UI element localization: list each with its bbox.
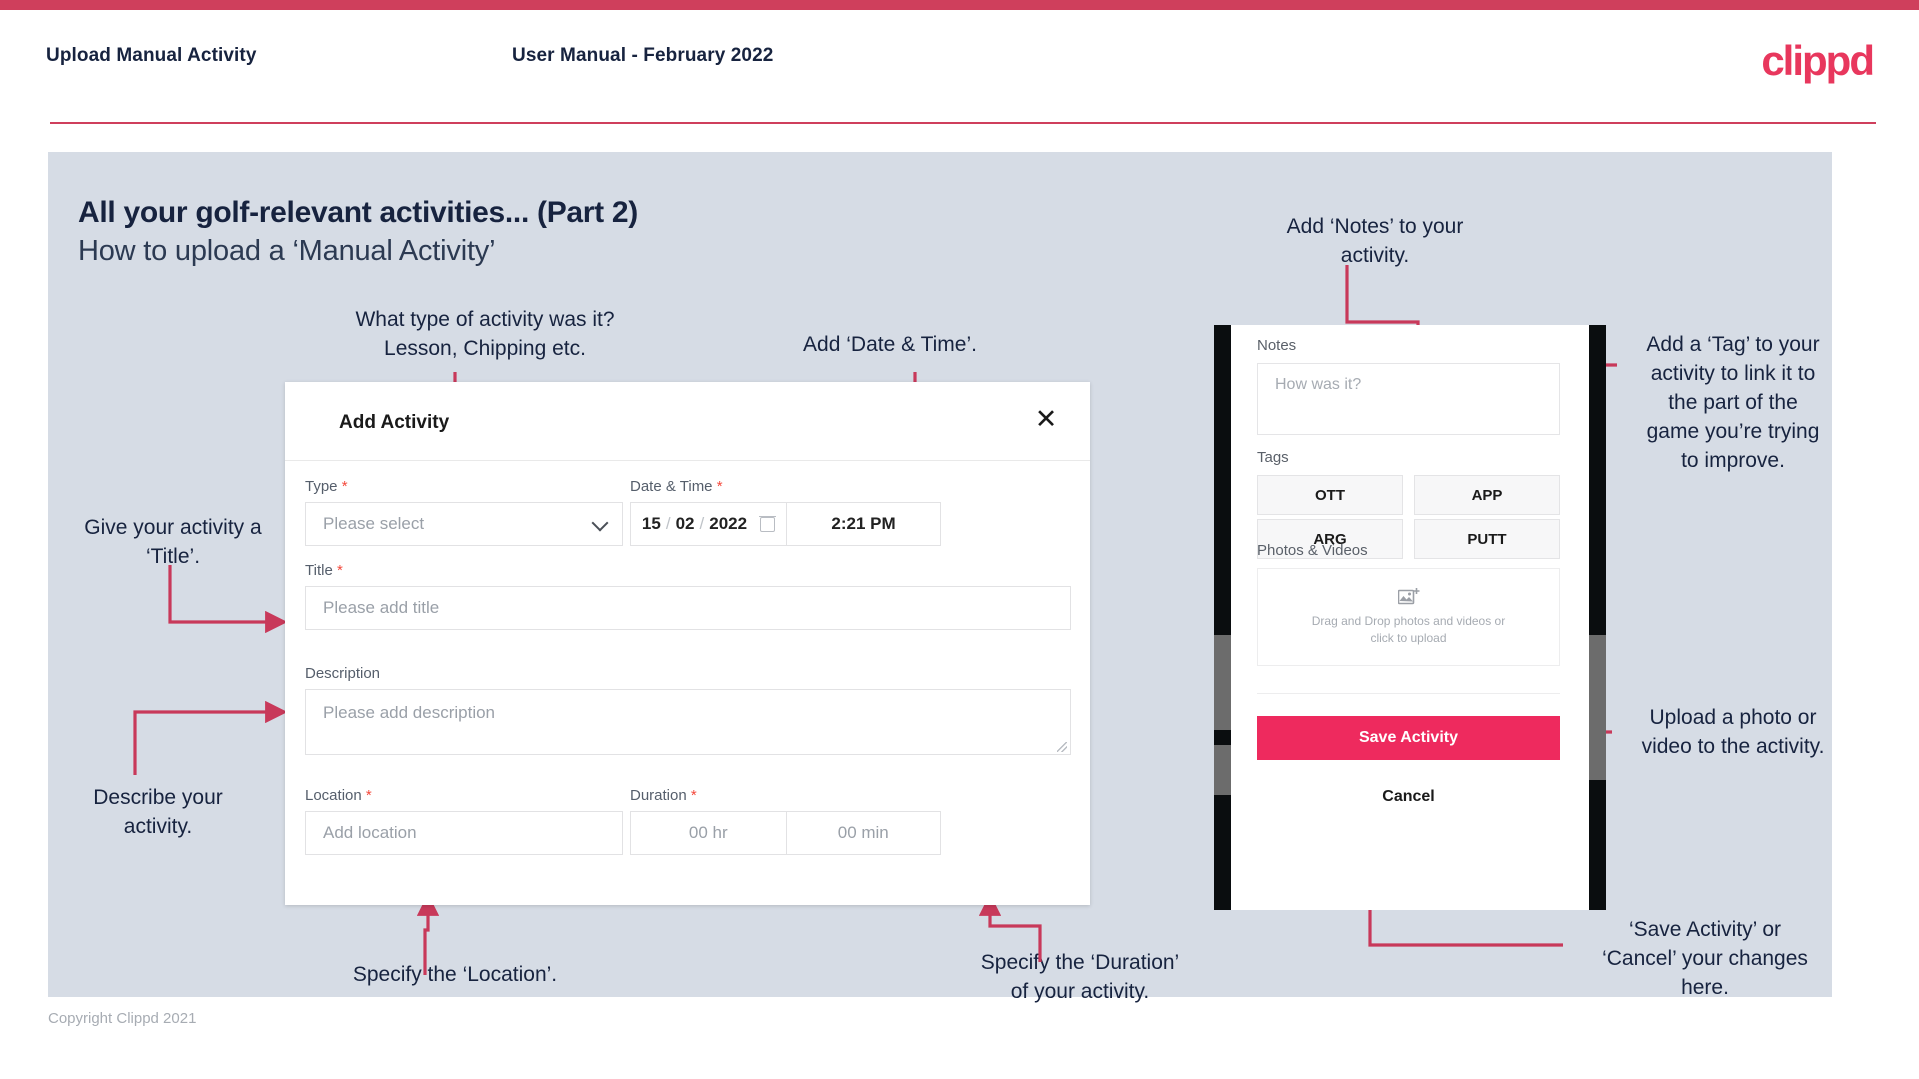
title-required-mark: *	[336, 562, 343, 579]
annotation-notes: Add ‘Notes’ to your activity.	[1286, 215, 1464, 267]
dialog-title: Add Activity	[339, 412, 450, 433]
annotation-duration: Specify the ‘Duration’ of your activity.	[980, 951, 1180, 1003]
date-sep-1: /	[665, 514, 671, 533]
cancel-button[interactable]: Cancel	[1257, 782, 1560, 812]
title-input[interactable]: Please add title	[305, 586, 1071, 630]
phone-divider	[1257, 693, 1560, 694]
description-textarea[interactable]: Please add description	[305, 689, 1071, 755]
tag-ott-label: OTT	[1315, 486, 1345, 504]
location-label: Location *	[305, 787, 372, 804]
location-input[interactable]: Add location	[305, 811, 623, 855]
annotation-type: What type of activity was it? Lesson, Ch…	[355, 308, 615, 360]
slide-heading: All your golf-relevant activities... (Pa…	[78, 196, 638, 229]
annotation-tags: Add a ‘Tag’ to your activity to link it …	[1646, 333, 1820, 472]
slide-subheading: How to upload a ‘Manual Activity’	[78, 235, 496, 267]
title-label-text: Title	[305, 562, 333, 579]
type-select[interactable]: Please select	[305, 502, 623, 546]
phone-screen: Notes How was it? Tags OTT APP ARG PUTT …	[1231, 325, 1589, 910]
duration-required-mark: *	[690, 787, 697, 804]
duration-label-text: Duration	[630, 787, 687, 804]
time-value: 2:21 PM	[831, 514, 896, 533]
calendar-icon[interactable]	[759, 515, 776, 532]
phone-button-left-2	[1214, 745, 1231, 795]
type-required-mark: *	[341, 478, 348, 495]
top-accent-bar	[0, 0, 1919, 10]
phone-button-right-1	[1589, 635, 1606, 780]
description-label-text: Description	[305, 665, 381, 682]
annotation-location: Specify the ‘Location’.	[352, 963, 558, 986]
datetime-required-mark: *	[716, 478, 723, 495]
description-placeholder: Please add description	[323, 703, 496, 722]
header-divider	[50, 122, 1876, 124]
duration-minutes-input[interactable]: 00 min	[785, 812, 941, 854]
tags-label: Tags	[1257, 449, 1289, 466]
phone-mockup: Notes How was it? Tags OTT APP ARG PUTT …	[1214, 325, 1606, 910]
phone-edge-right	[1589, 325, 1606, 910]
close-icon[interactable]: ✕	[1028, 401, 1064, 437]
save-activity-label: Save Activity	[1358, 729, 1458, 746]
tag-putt-button[interactable]: PUTT	[1414, 519, 1560, 559]
annotation-save-cancel: ‘Save Activity’ or ‘Cancel’ your changes…	[1602, 918, 1808, 999]
cancel-label: Cancel	[1382, 788, 1435, 805]
phone-edge-left	[1214, 325, 1231, 910]
photo-upload-text: Drag and Drop photos and videos or click…	[1311, 614, 1506, 645]
notes-placeholder: How was it?	[1275, 376, 1362, 393]
tag-app-button[interactable]: APP	[1414, 475, 1560, 515]
title-placeholder: Please add title	[323, 598, 440, 617]
duration-hours-value: 00 hr	[688, 823, 728, 842]
resize-handle-icon[interactable]	[1057, 742, 1067, 752]
add-activity-dialog: Add Activity ✕ Type * Please select Date…	[285, 382, 1090, 905]
date-day: 15	[641, 514, 661, 533]
document-subtitle: User Manual - February 2022	[512, 45, 774, 66]
duration-group: 00 hr 00 min	[630, 811, 941, 855]
notes-textarea[interactable]: How was it?	[1257, 363, 1560, 435]
photos-label: Photos & Videos	[1257, 542, 1368, 559]
date-input[interactable]: 15 / 02 / 2022	[631, 503, 787, 545]
clippd-logo: clippd	[1761, 37, 1875, 84]
date-month: 02	[675, 514, 695, 533]
page-title: Upload Manual Activity	[46, 45, 257, 66]
photo-upload-dropzone[interactable]: Drag and Drop photos and videos or click…	[1257, 568, 1560, 666]
annotation-title: Give your activity a ‘Title’.	[84, 516, 262, 568]
datetime-label-text: Date & Time	[630, 478, 713, 495]
duration-minutes-value: 00 min	[837, 823, 889, 842]
datetime-group: 15 / 02 / 2022 2:21 PM	[630, 502, 941, 546]
footer-copyright: Copyright Clippd 2021	[48, 1010, 197, 1027]
type-label: Type *	[305, 478, 348, 495]
location-placeholder: Add location	[323, 823, 417, 842]
notes-label: Notes	[1257, 337, 1297, 354]
duration-hours-input[interactable]: 00 hr	[631, 812, 786, 854]
location-required-mark: *	[365, 787, 372, 804]
tag-ott-button[interactable]: OTT	[1257, 475, 1403, 515]
type-placeholder: Please select	[323, 514, 425, 533]
phone-button-left-1	[1214, 635, 1231, 730]
annotation-description: Describe your activity.	[93, 786, 223, 838]
datetime-label: Date & Time *	[630, 478, 723, 495]
save-activity-button[interactable]: Save Activity	[1257, 716, 1560, 760]
annotation-upload: Upload a photo or video to the activity.	[1641, 706, 1825, 758]
description-label: Description	[305, 665, 380, 682]
location-label-text: Location	[305, 787, 362, 804]
tag-app-label: APP	[1471, 486, 1503, 504]
duration-label: Duration *	[630, 787, 697, 804]
chevron-down-icon	[591, 514, 609, 532]
date-sep-2: /	[699, 514, 705, 533]
time-input[interactable]: 2:21 PM	[787, 503, 940, 545]
type-label-text: Type	[305, 478, 338, 495]
tag-putt-label: PUTT	[1467, 530, 1507, 548]
date-year: 2022	[709, 514, 748, 533]
add-image-icon	[1397, 588, 1419, 605]
annotation-datetime: Add ‘Date & Time’.	[803, 333, 977, 356]
title-label: Title *	[305, 562, 343, 579]
dialog-divider	[285, 460, 1090, 461]
